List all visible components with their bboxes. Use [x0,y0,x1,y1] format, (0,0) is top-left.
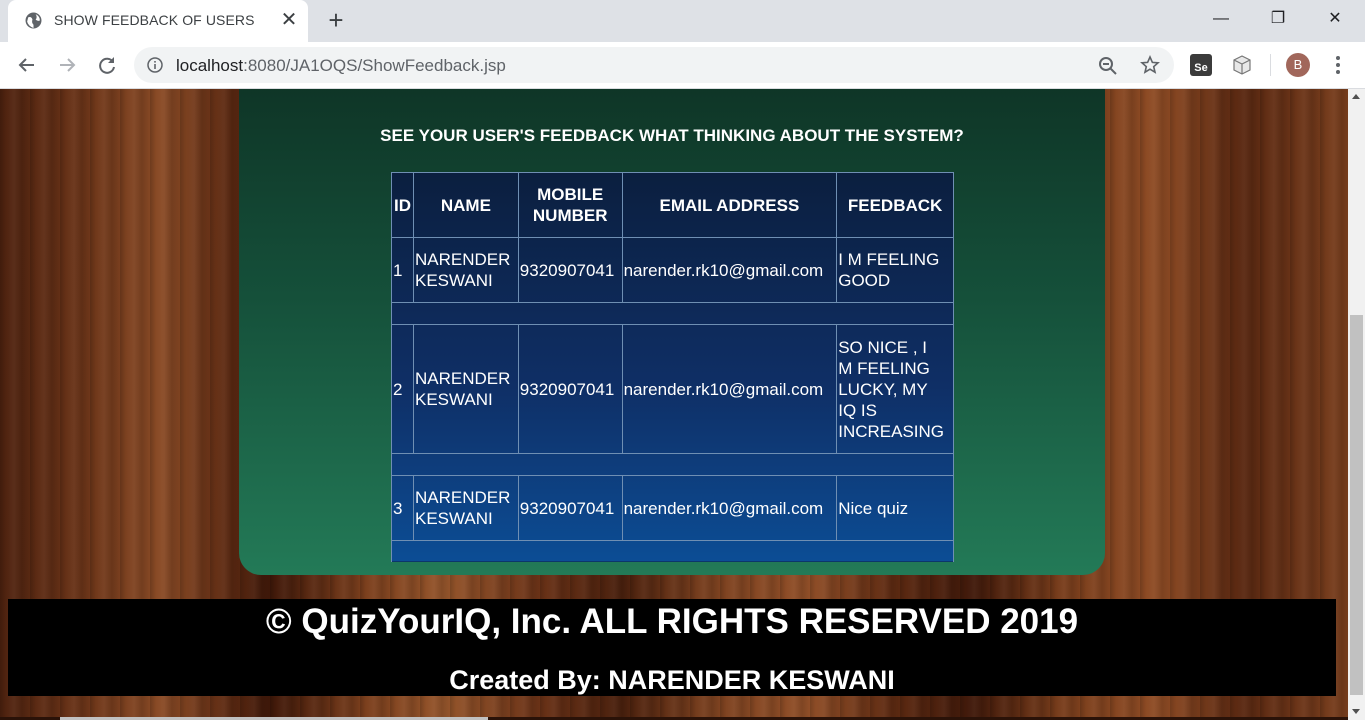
feedback-line: I M FEELING [838,250,940,269]
cell-name-line2: KESWANI [415,390,493,409]
reload-icon[interactable] [92,50,122,80]
url-path: :8080/JA1OQS/ShowFeedback.jsp [243,56,506,75]
cell-id: 3 [391,475,414,541]
footer-copyright: © QuizYourIQ, Inc. ALL RIGHTS RESERVED 2… [265,602,1079,641]
vertical-scrollbar[interactable] [1348,89,1365,720]
url-host: localhost [176,56,244,75]
kebab-menu-icon[interactable] [1328,53,1348,77]
table-spacer-row [391,302,954,325]
info-icon[interactable] [147,57,163,73]
tab-title: SHOW FEEDBACK OF USERS [54,12,255,28]
table-row: 3 NARENDER KESWANI 9320907041 narender.rk… [391,475,954,541]
cell-mobile: 9320907041 [517,324,623,454]
cell-mobile: 9320907041 [517,475,623,541]
feedback-line: Nice quiz [838,498,909,518]
selenium-extension-icon[interactable]: Se [1190,54,1212,76]
cell-email: narender.rk10@gmail.com [621,324,838,454]
col-header-mobile-line1: MOBILE [537,185,604,204]
cell-email: narender.rk10@gmail.com [621,475,838,541]
url-text[interactable]: localhost:8080/JA1OQS/ShowFeedback.jsp [176,56,506,76]
minimize-button[interactable]: — [1198,0,1244,38]
cell-name-line1: NARENDER [415,369,511,388]
col-header-mobile-line2: NUMBER [532,206,608,225]
zoom-icon[interactable] [1098,56,1118,76]
cell-name: NARENDER KESWANI [413,237,519,303]
page-viewport: SEE YOUR USER'S FEEDBACK WHAT THINKING A… [0,89,1348,720]
cell-feedback: SO NICE , IM FEELING LUCKY, MY IQ IS INCREA… [836,324,954,454]
feedback-line: M FEELING [838,358,930,378]
cell-mobile: 9320907041 [517,237,623,303]
window-close-button[interactable]: ✕ [1312,0,1358,38]
spacer-cell [391,302,954,325]
table-spacer-row [391,453,954,476]
col-header-mobile: MOBILE NUMBER [517,172,623,238]
address-bar[interactable]: localhost:8080/JA1OQS/ShowFeedback.jsp [134,47,1174,83]
page-heading: SEE YOUR USER'S FEEDBACK WHAT THINKING A… [380,126,964,145]
tab-strip: SHOW FEEDBACK OF USERS ✕ + — ❐ ✕ [0,0,1365,42]
cell-id: 2 [391,324,414,454]
spacer-cell [391,540,954,562]
browser-tab[interactable]: SHOW FEEDBACK OF USERS ✕ [8,0,308,42]
cube-icon[interactable] [1231,54,1253,76]
col-header-feedback: FEEDBACK [836,172,954,238]
new-tab-button[interactable]: + [322,6,350,34]
scroll-up-arrow-icon[interactable] [1352,94,1360,99]
table-row: 2 NARENDER KESWANI 9320907041 narender.rk… [391,324,954,454]
browser-toolbar: localhost:8080/JA1OQS/ShowFeedback.jsp S… [0,42,1365,89]
col-header-id: ID [391,172,414,238]
cell-name: NARENDER KESWANI [413,324,519,454]
forward-arrow-icon[interactable] [52,50,82,80]
col-header-name: NAME [413,172,519,238]
table-header-row: ID NAME MOBILE NUMBER EMAIL ADDRESS FEEDB… [391,172,954,238]
cell-feedback: I M FEELING GOOD [836,237,954,303]
restore-button[interactable]: ❐ [1255,0,1301,38]
feedback-line: IQ IS [838,400,877,420]
feedback-line: INCREASING [838,421,945,441]
cell-name-line2: KESWANI [415,271,493,290]
feedback-line: SO NICE , I [838,337,928,357]
feedback-line: GOOD [838,271,891,290]
cell-email: narender.rk10@gmail.com [621,237,838,303]
cell-name: NARENDER KESWANI [413,475,519,541]
cell-name-line2: KESWANI [415,509,493,528]
cell-name-line1: NARENDER [415,250,511,269]
cell-name-line1: NARENDER [415,488,511,507]
scroll-down-arrow-icon[interactable] [1352,709,1360,714]
feedback-table: ID NAME MOBILE NUMBER EMAIL ADDRESS FEEDB… [391,172,954,562]
table-row: 1 NARENDER KESWANI 9320907041 narender.rk… [391,237,954,303]
globe-icon [25,12,42,29]
spacer-cell [391,453,954,476]
star-icon[interactable] [1140,55,1160,75]
avatar[interactable]: B [1286,53,1310,77]
feedback-line: LUCKY, MY [838,379,928,399]
footer: © QuizYourIQ, Inc. ALL RIGHTS RESERVED 2… [8,599,1336,696]
table-spacer-row [391,540,954,562]
cell-id: 1 [391,237,414,303]
col-header-email: EMAIL ADDRESS [621,172,838,238]
cell-feedback: Nice quiz [836,475,954,541]
back-arrow-icon[interactable] [12,50,42,80]
tab-close-icon[interactable]: ✕ [280,10,298,30]
vertical-scrollbar-thumb[interactable] [1350,315,1363,695]
toolbar-divider [1270,54,1271,76]
footer-created-by: Created By: NARENDER KESWANI [449,665,895,695]
